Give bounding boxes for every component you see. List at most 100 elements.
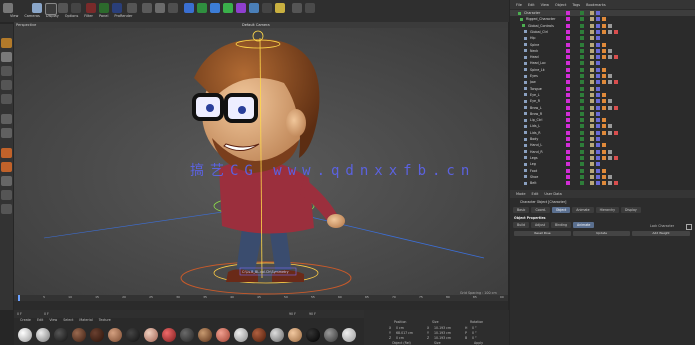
visibility-check-icon[interactable]	[580, 36, 584, 41]
tag-icon[interactable]	[590, 61, 594, 66]
tag-icon[interactable]	[602, 42, 606, 47]
menu-item[interactable]: Panel	[99, 14, 108, 20]
visibility-check-icon[interactable]	[580, 23, 584, 28]
grid-icon[interactable]	[1, 204, 12, 214]
visibility-check-icon[interactable]	[580, 86, 584, 91]
move-icon[interactable]	[32, 3, 42, 13]
layer-swatch[interactable]	[566, 23, 570, 28]
visibility-check-icon[interactable]	[580, 174, 584, 179]
edges-mode-icon[interactable]	[1, 80, 12, 90]
visibility-check-icon[interactable]	[580, 48, 584, 53]
floor-icon[interactable]	[249, 3, 259, 13]
layer-swatch[interactable]	[566, 99, 570, 104]
layer-swatch[interactable]	[566, 118, 570, 123]
om-menu-item[interactable]: Object	[555, 3, 566, 7]
tag-icon[interactable]	[590, 86, 594, 91]
om-menu-item[interactable]: View	[541, 3, 549, 7]
tag-icon[interactable]	[596, 118, 600, 123]
layer-swatch[interactable]	[566, 42, 570, 47]
tag-icon[interactable]	[602, 118, 606, 123]
visibility-check-icon[interactable]	[580, 118, 584, 123]
tag-icon[interactable]	[596, 162, 600, 167]
tag-icon[interactable]	[608, 124, 612, 129]
tag-icon[interactable]	[596, 143, 600, 148]
tag-icon[interactable]	[590, 111, 594, 116]
frame-end[interactable]: 90 F	[289, 312, 296, 316]
visibility-check-icon[interactable]	[580, 55, 584, 60]
layer-swatch[interactable]	[566, 86, 570, 91]
tag-icon[interactable]	[590, 80, 594, 85]
tag-icon[interactable]	[602, 143, 606, 148]
tag-icon[interactable]	[590, 23, 594, 28]
layer-swatch[interactable]	[566, 11, 570, 15]
tab-object[interactable]: Object	[551, 207, 571, 213]
tag-icon[interactable]	[590, 130, 594, 135]
menu-item[interactable]: Filter	[84, 14, 93, 20]
menu-item[interactable]: Options	[65, 14, 79, 20]
coord-value[interactable]: 0 cm	[396, 336, 404, 340]
visibility-check-icon[interactable]	[580, 168, 584, 173]
coord-value[interactable]: 0 cm	[396, 326, 404, 330]
tag-icon[interactable]	[590, 48, 594, 53]
visibility-check-icon[interactable]	[580, 149, 584, 154]
tag-icon[interactable]	[596, 111, 600, 116]
visibility-check-icon[interactable]	[580, 67, 584, 72]
material-swatch[interactable]	[54, 328, 68, 342]
lock-character-checkbox[interactable]	[686, 224, 692, 230]
tag-icon[interactable]	[590, 155, 594, 160]
subtab-binding[interactable]: Binding	[550, 222, 572, 228]
tag-icon[interactable]	[602, 130, 606, 135]
tag-icon[interactable]	[596, 99, 600, 104]
material-swatch[interactable]	[306, 328, 320, 342]
tag-icon[interactable]	[602, 74, 606, 78]
tag-icon[interactable]	[608, 105, 612, 110]
tag-icon[interactable]	[614, 181, 618, 186]
select-icon[interactable]	[71, 3, 81, 13]
material-menu-item[interactable]: Create	[20, 318, 31, 324]
layer-swatch[interactable]	[566, 143, 570, 148]
tag-icon[interactable]	[596, 29, 600, 34]
material-menu-item[interactable]: View	[49, 318, 57, 324]
coord-mode-select[interactable]: Object (Rel)	[392, 341, 411, 345]
layer-swatch[interactable]	[566, 155, 570, 160]
layer-swatch[interactable]	[566, 92, 570, 97]
tag-icon[interactable]	[602, 48, 606, 53]
add-weight-button[interactable]: Add Weight	[632, 231, 690, 236]
tag-icon[interactable]	[590, 118, 594, 123]
tag-icon[interactable]	[596, 155, 600, 160]
material-swatch[interactable]	[90, 328, 104, 342]
layer-swatch[interactable]	[566, 80, 570, 85]
visibility-check-icon[interactable]	[580, 143, 584, 148]
visibility-check-icon[interactable]	[580, 92, 584, 97]
tag-icon[interactable]	[590, 67, 594, 72]
tag-icon[interactable]	[596, 168, 600, 173]
am-menu-item[interactable]: User Data	[544, 192, 561, 196]
tag-icon[interactable]	[596, 48, 600, 53]
light-icon[interactable]	[275, 3, 285, 13]
tag-icon[interactable]	[602, 92, 606, 97]
om-menu-item[interactable]: File	[516, 3, 522, 7]
tag-icon[interactable]	[602, 55, 606, 60]
soft-selection-icon[interactable]	[1, 176, 12, 186]
tag-icon[interactable]	[590, 149, 594, 154]
layer-swatch[interactable]	[566, 149, 570, 154]
tag-icon[interactable]	[602, 80, 606, 85]
am-menu-item[interactable]: Mode	[516, 192, 526, 196]
tab-basic[interactable]: Basic	[513, 207, 530, 213]
tag-icon[interactable]	[602, 124, 606, 129]
tag-icon[interactable]	[596, 42, 600, 47]
visibility-check-icon[interactable]	[580, 11, 584, 15]
tag-icon[interactable]	[608, 23, 612, 28]
layer-swatch[interactable]	[566, 17, 570, 22]
axis-y-icon[interactable]	[99, 3, 109, 13]
array-icon[interactable]	[223, 3, 233, 13]
tag-icon[interactable]	[614, 105, 618, 110]
visibility-check-icon[interactable]	[580, 124, 584, 129]
tag-icon[interactable]	[590, 124, 594, 129]
model-mode-icon[interactable]	[1, 38, 12, 48]
coord-value[interactable]: 10.193 cm	[434, 336, 451, 340]
tag-icon[interactable]	[590, 137, 594, 141]
coord-size-select[interactable]: Size	[434, 341, 441, 345]
visibility-check-icon[interactable]	[580, 80, 584, 85]
tag-icon[interactable]	[602, 99, 606, 104]
